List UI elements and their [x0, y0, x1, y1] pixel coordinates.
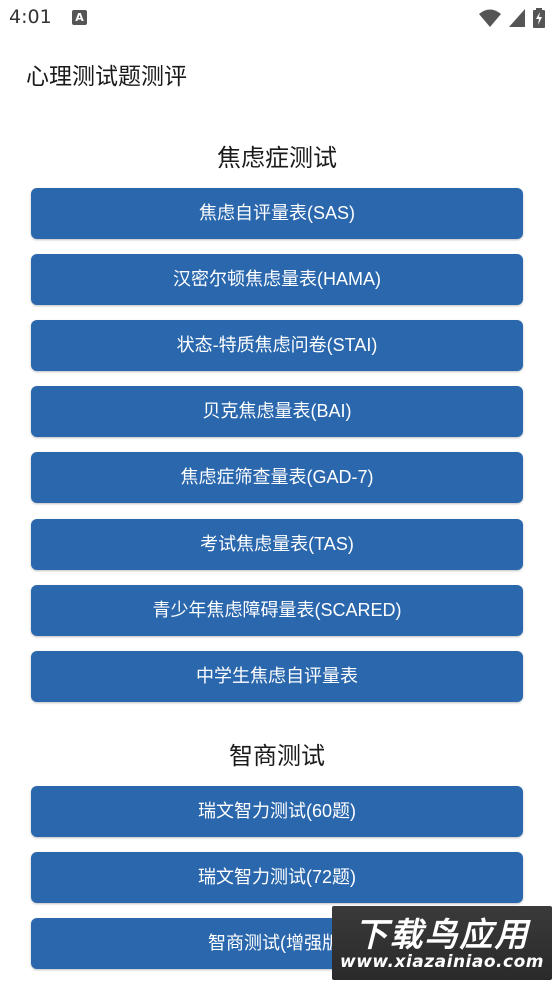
notification-icon: A [72, 10, 87, 25]
test-button-bai[interactable]: 贝克焦虑量表(BAI) [31, 386, 523, 437]
test-button-sas[interactable]: 焦虑自评量表(SAS) [31, 188, 523, 239]
section-title-anxiety: 焦虑症测试 [217, 144, 337, 172]
watermark-brand: 下载鸟应用 [354, 915, 530, 954]
test-button-tas[interactable]: 考试焦虑量表(TAS) [31, 519, 523, 570]
battery-charging-icon [533, 8, 545, 28]
wifi-icon [478, 9, 501, 27]
watermark-url: www.xiazainiao.com [340, 952, 544, 972]
test-button-middle-school[interactable]: 中学生焦虑自评量表 [31, 651, 523, 702]
test-button-raven-60[interactable]: 瑞文智力测试(60题) [31, 786, 523, 837]
cell-signal-icon [508, 9, 525, 27]
status-icons [477, 8, 545, 28]
test-button-gad7[interactable]: 焦虑症筛查量表(GAD-7) [31, 452, 523, 503]
test-button-hama[interactable]: 汉密尔顿焦虑量表(HAMA) [31, 254, 523, 305]
test-button-stai[interactable]: 状态-特质焦虑问卷(STAI) [31, 320, 523, 371]
status-time: 4:01 [9, 6, 52, 28]
section-title-iq: 智商测试 [229, 742, 325, 770]
watermark-logo: 下载鸟应用 www.xiazainiao.com [332, 906, 552, 980]
test-button-scared[interactable]: 青少年焦虑障碍量表(SCARED) [31, 585, 523, 636]
status-bar: 4:01 A [0, 0, 554, 36]
app-title: 心理测试题测评 [26, 64, 187, 90]
test-button-raven-72[interactable]: 瑞文智力测试(72题) [31, 852, 523, 903]
